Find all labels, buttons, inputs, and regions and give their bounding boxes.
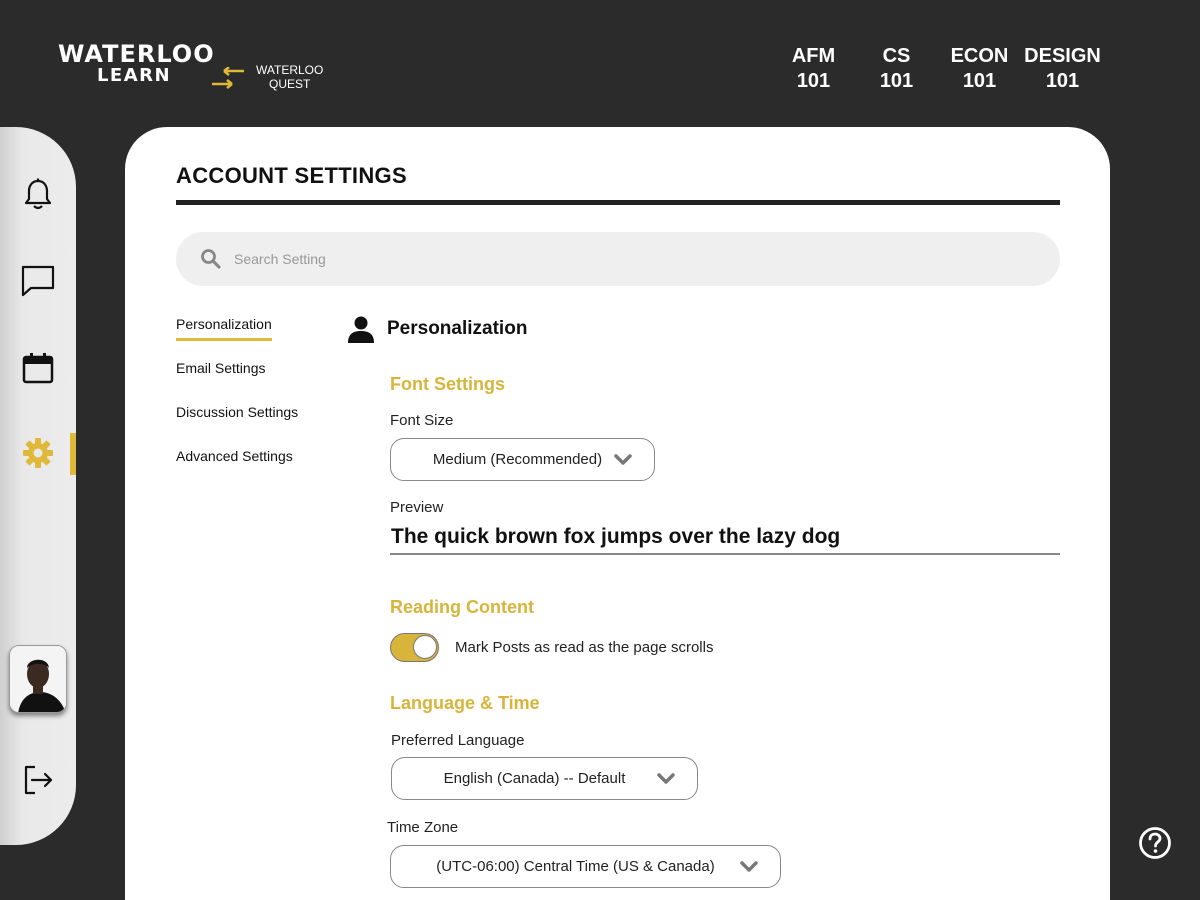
timezone-select[interactable]: (UTC-06:00) Central Time (US & Canada): [390, 845, 781, 888]
subnav-label: Email Settings: [176, 360, 266, 376]
logo-line-2: LEARN: [96, 65, 172, 86]
section-header: Personalization: [347, 315, 527, 343]
search-icon: [201, 249, 221, 269]
language-label: Preferred Language: [391, 732, 525, 749]
subnav-discussion-settings[interactable]: Discussion Settings: [176, 403, 298, 447]
course-code: DESIGN: [1024, 45, 1101, 67]
chat-icon[interactable]: [18, 261, 58, 301]
font-settings-heading: Font Settings: [390, 374, 505, 394]
mark-read-label: Mark Posts as read as the page scrolls: [455, 639, 714, 656]
subnav-label: Discussion Settings: [176, 404, 299, 420]
chevron-down-icon: [740, 860, 780, 873]
timezone-value: (UTC-06:00) Central Time (US & Canada): [436, 858, 715, 875]
subnav-advanced-settings[interactable]: Advanced Settings: [176, 447, 298, 491]
subnav-email-settings[interactable]: Email Settings: [176, 359, 298, 403]
logo-line-1: WATERLOO: [58, 40, 215, 68]
settings-panel: ACCOUNT SETTINGS Personalization Email S…: [125, 127, 1110, 900]
chevron-down-icon: [657, 772, 697, 785]
avatar[interactable]: [9, 645, 67, 713]
active-indicator: [70, 433, 76, 475]
preview-text: The quick brown fox jumps over the lazy …: [391, 525, 841, 548]
subnav-personalization[interactable]: Personalization: [176, 315, 298, 359]
course-afm-101[interactable]: AFM 101: [772, 44, 855, 94]
toggle-knob: [413, 635, 437, 659]
preview-underline: [390, 553, 1060, 555]
language-select[interactable]: English (Canada) -- Default: [391, 757, 698, 800]
search-input[interactable]: [234, 245, 1014, 273]
course-design-101[interactable]: DESIGN 101: [1021, 44, 1104, 94]
quest-line-1: WATERLOO: [256, 63, 324, 77]
course-code: ECON: [950, 45, 1009, 67]
subnav-label: Advanced Settings: [176, 448, 293, 464]
course-cs-101[interactable]: CS 101: [855, 44, 938, 94]
section-title: Personalization: [387, 318, 528, 339]
logout-icon[interactable]: [18, 760, 58, 800]
quest-line-2: QUEST: [269, 77, 311, 91]
language-time-heading: Language & Time: [390, 693, 540, 713]
course-number: 101: [879, 70, 914, 92]
course-code: CS: [882, 45, 911, 67]
subnav-label: Personalization: [176, 315, 272, 341]
course-number: 101: [962, 70, 997, 92]
font-size-label: Font Size: [390, 412, 454, 429]
user-icon: [348, 316, 374, 343]
settings-subnav: Personalization Email Settings Discussio…: [176, 315, 298, 491]
title-divider: [176, 200, 1060, 205]
course-nav: AFM 101 CS 101 ECON 101 DESIGN 101: [772, 44, 1104, 94]
reading-content-heading: Reading Content: [390, 597, 534, 617]
help-icon[interactable]: [1138, 826, 1172, 860]
course-number: 101: [796, 70, 831, 92]
course-number: 101: [1045, 70, 1080, 92]
font-size-value: Medium (Recommended): [432, 451, 603, 468]
sidebar: [0, 127, 76, 845]
mark-read-toggle[interactable]: [390, 633, 439, 662]
timezone-label: Time Zone: [387, 819, 459, 836]
page-title: ACCOUNT SETTINGS: [176, 163, 407, 188]
swap-arrows-icon[interactable]: [210, 67, 246, 91]
waterloo-learn-logo[interactable]: WATERLOO LEARN: [58, 42, 215, 86]
search-bar[interactable]: [176, 232, 1060, 286]
gear-icon[interactable]: [18, 433, 58, 473]
bell-icon[interactable]: [18, 175, 58, 215]
font-size-select[interactable]: Medium (Recommended): [390, 438, 655, 481]
course-econ-101[interactable]: ECON 101: [938, 44, 1021, 94]
course-code: AFM: [791, 45, 836, 67]
calendar-icon[interactable]: [18, 348, 58, 388]
preview-label: Preview: [390, 499, 444, 516]
language-value: English (Canada) -- Default: [443, 770, 626, 787]
waterloo-quest-link[interactable]: WATERLOO QUEST: [256, 63, 323, 91]
chevron-down-icon: [614, 453, 654, 466]
